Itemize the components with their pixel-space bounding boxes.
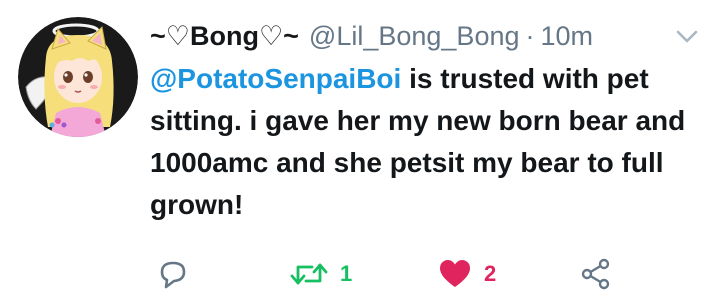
tweet-header: ~♡Bong♡~ @Lil_Bong_Bong · 10m <box>150 16 670 56</box>
chevron-down-icon[interactable] <box>676 30 698 44</box>
tweet-text: @PotatoSenpaiBoi is trusted with pet sit… <box>150 58 698 226</box>
avatar[interactable] <box>18 17 138 137</box>
retweet-button[interactable]: 1 <box>290 256 352 292</box>
tweet-actions: 1 2 <box>0 250 710 298</box>
reply-icon <box>160 261 186 289</box>
tweet-card[interactable]: ~♡Bong♡~ @Lil_Bong_Bong · 10m @PotatoSen… <box>0 0 710 307</box>
mention-link[interactable]: @PotatoSenpaiBoi <box>150 63 401 94</box>
retweet-icon <box>290 263 328 285</box>
like-count: 2 <box>484 261 497 286</box>
display-name[interactable]: ~♡Bong♡~ <box>150 16 299 56</box>
share-icon <box>581 258 610 290</box>
avatar-image <box>18 17 138 137</box>
user-handle[interactable]: @Lil_Bong_Bong <box>309 16 520 56</box>
tweet-timestamp[interactable]: 10m <box>541 16 594 56</box>
retweet-count: 1 <box>340 261 353 286</box>
like-button[interactable]: 2 <box>438 256 496 292</box>
reply-button[interactable] <box>156 256 190 292</box>
heart-icon <box>440 260 470 287</box>
header-separator: · <box>525 21 535 51</box>
share-button[interactable] <box>580 256 612 292</box>
